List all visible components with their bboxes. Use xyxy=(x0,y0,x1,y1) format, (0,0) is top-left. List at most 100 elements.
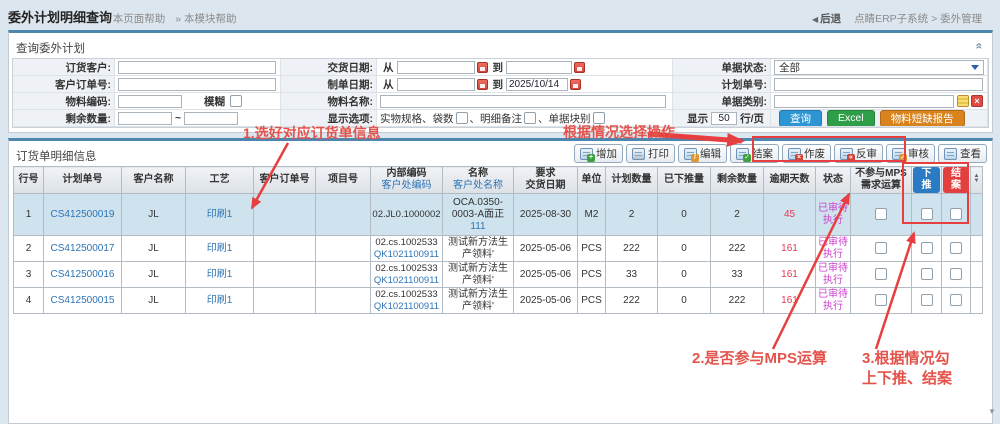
mps-checkbox[interactable] xyxy=(875,242,887,254)
cust-order-no-input[interactable] xyxy=(118,78,276,91)
print-button[interactable]: 打印 xyxy=(626,144,675,163)
table-row[interactable]: 2CS412500017JL印刷102.cs.1002533QK10211009… xyxy=(14,236,983,262)
doc-type-input[interactable] xyxy=(774,95,954,108)
add-button[interactable]: 增加 xyxy=(574,144,623,163)
back-link[interactable]: ◀后退 xyxy=(812,13,841,25)
material-name-input[interactable] xyxy=(380,95,666,108)
fuzzy-checkbox[interactable] xyxy=(230,95,242,107)
table-row[interactable]: 4CS412500015JL印刷102.cs.1002533QK10211009… xyxy=(14,288,983,314)
close-case-button[interactable]: 结案 xyxy=(730,144,779,163)
doc-status-value: 全部 xyxy=(779,60,800,75)
mps-checkbox[interactable] xyxy=(875,294,887,306)
doc-type-clear-icon[interactable]: × xyxy=(971,95,983,107)
col-header-expander[interactable]: ▲▼ xyxy=(971,167,983,194)
cell-plan-no: CS412500019 xyxy=(44,194,122,236)
expander-icon[interactable]: ▲▼ xyxy=(974,174,980,184)
plan-no-link[interactable]: CS412500015 xyxy=(51,295,115,306)
close-checkbox[interactable] xyxy=(950,294,962,306)
table-row[interactable]: 3CS412500016JL印刷102.cs.1002533QK10211009… xyxy=(14,262,983,288)
close-checkbox[interactable] xyxy=(950,208,962,220)
calendar-icon[interactable] xyxy=(574,62,585,73)
cell-plan-qty: 222 xyxy=(606,288,658,314)
cell-process: 印刷1 xyxy=(186,236,254,262)
cell-unit: M2 xyxy=(578,194,606,236)
cell-close xyxy=(942,236,971,262)
col-header-customer: 客户名称 xyxy=(122,167,186,194)
delivery-to-input[interactable] xyxy=(506,61,572,74)
calendar-icon[interactable] xyxy=(477,79,488,90)
system-link[interactable]: 点睛ERP子系统 xyxy=(854,13,928,25)
close-checkbox[interactable] xyxy=(950,242,962,254)
push-checkbox[interactable] xyxy=(921,294,933,306)
module-link[interactable]: 委外管理 xyxy=(940,13,982,25)
detail-panel-title: 订货单明细信息 xyxy=(16,148,97,164)
plan-no-link[interactable]: CS412500016 xyxy=(51,269,115,280)
detail-panel: 订货单明细信息 增加打印编辑结案作废反审审核查看 行号计划单号客户名称工艺客户订… xyxy=(8,138,993,424)
approve-button[interactable]: 审核 xyxy=(886,144,935,163)
calendar-icon[interactable] xyxy=(477,62,488,73)
mps-checkbox[interactable] xyxy=(875,268,887,280)
material-code-input[interactable] xyxy=(118,95,182,108)
breadcrumb: » 本页面帮助 » 本模块帮助 xyxy=(104,11,247,26)
order-customer-input[interactable] xyxy=(118,61,276,74)
plan-no-link[interactable]: CS412500017 xyxy=(51,243,115,254)
unapprove-icon xyxy=(840,148,853,160)
collapse-panel-icon[interactable]: « xyxy=(976,43,984,50)
material-code-label: 物料编码: xyxy=(13,93,115,110)
push-all-button[interactable]: 下推 xyxy=(913,167,940,193)
opt-remark-checkbox[interactable] xyxy=(524,112,536,124)
close-all-button[interactable]: 结案 xyxy=(943,167,969,193)
col-header-mps: 不参与MPS需求运算 xyxy=(851,167,912,194)
col-header-name: 名称客户处名称 xyxy=(443,167,514,194)
doc-type-lookup-icon[interactable] xyxy=(957,95,969,107)
plan-no-link[interactable]: CS412500019 xyxy=(51,209,115,220)
close-case-icon xyxy=(736,148,749,160)
push-checkbox[interactable] xyxy=(921,242,933,254)
view-button-label: 查看 xyxy=(960,146,981,161)
page-help-link[interactable]: » 本页面帮助 xyxy=(104,13,165,25)
mps-checkbox[interactable] xyxy=(875,208,887,220)
annotation-1: 1.选好对应订货单信息 xyxy=(243,123,381,143)
calendar-icon[interactable] xyxy=(570,79,581,90)
cell-close xyxy=(942,262,971,288)
make-to-input[interactable] xyxy=(506,78,568,91)
scroll-down-icon[interactable]: ▼ xyxy=(988,407,996,416)
table-row[interactable]: 1CS412500019JL印刷102.JL0.1000002OCA.0350-… xyxy=(14,194,983,236)
cell-overdue-days: 161 xyxy=(764,262,816,288)
query-button[interactable]: 查询 xyxy=(779,110,822,127)
module-help-link[interactable]: » 本模块帮助 xyxy=(175,13,236,25)
col-header-push[interactable]: 下推 xyxy=(912,167,942,194)
material-shortage-button[interactable]: 物料短缺报告 xyxy=(880,110,965,127)
remain-qty-from-input[interactable] xyxy=(118,112,172,125)
doc-status-field: 全部 xyxy=(771,59,988,76)
view-button[interactable]: 查看 xyxy=(938,144,987,163)
cell-cust-order xyxy=(254,194,316,236)
col-header-pushed-qty: 已下推量 xyxy=(658,167,711,194)
cell-process: 印刷1 xyxy=(186,194,254,236)
close-checkbox[interactable] xyxy=(950,268,962,280)
cell-push xyxy=(912,194,942,236)
cell-name: 测试新方法生产领料' xyxy=(443,262,514,288)
make-from-input[interactable] xyxy=(397,78,475,91)
view-icon xyxy=(944,148,957,160)
doc-type-field: × xyxy=(771,93,988,110)
remain-qty-to-input[interactable] xyxy=(184,112,238,125)
excel-button[interactable]: Excel xyxy=(827,110,875,127)
unapprove-button[interactable]: 反审 xyxy=(834,144,883,163)
plan-no-input[interactable] xyxy=(774,78,983,91)
delivery-to-label: 到 xyxy=(493,60,504,75)
opt-spec-checkbox[interactable] xyxy=(456,112,468,124)
edit-button[interactable]: 编辑 xyxy=(678,144,727,163)
push-checkbox[interactable] xyxy=(921,268,933,280)
cell-project xyxy=(316,194,371,236)
delivery-from-input[interactable] xyxy=(397,61,475,74)
col-header-due-date: 要求交货日期 xyxy=(514,167,578,194)
page-size-input[interactable] xyxy=(711,112,737,125)
void-button[interactable]: 作废 xyxy=(782,144,831,163)
doc-status-select[interactable]: 全部 xyxy=(774,60,984,75)
col-header-close[interactable]: 结案 xyxy=(942,167,971,194)
back-triangle-icon: ◀ xyxy=(812,15,818,24)
edit-icon xyxy=(684,148,697,160)
annotation-4: 3.根据情况勾上下推、结案 xyxy=(862,349,958,389)
push-checkbox[interactable] xyxy=(921,208,933,220)
